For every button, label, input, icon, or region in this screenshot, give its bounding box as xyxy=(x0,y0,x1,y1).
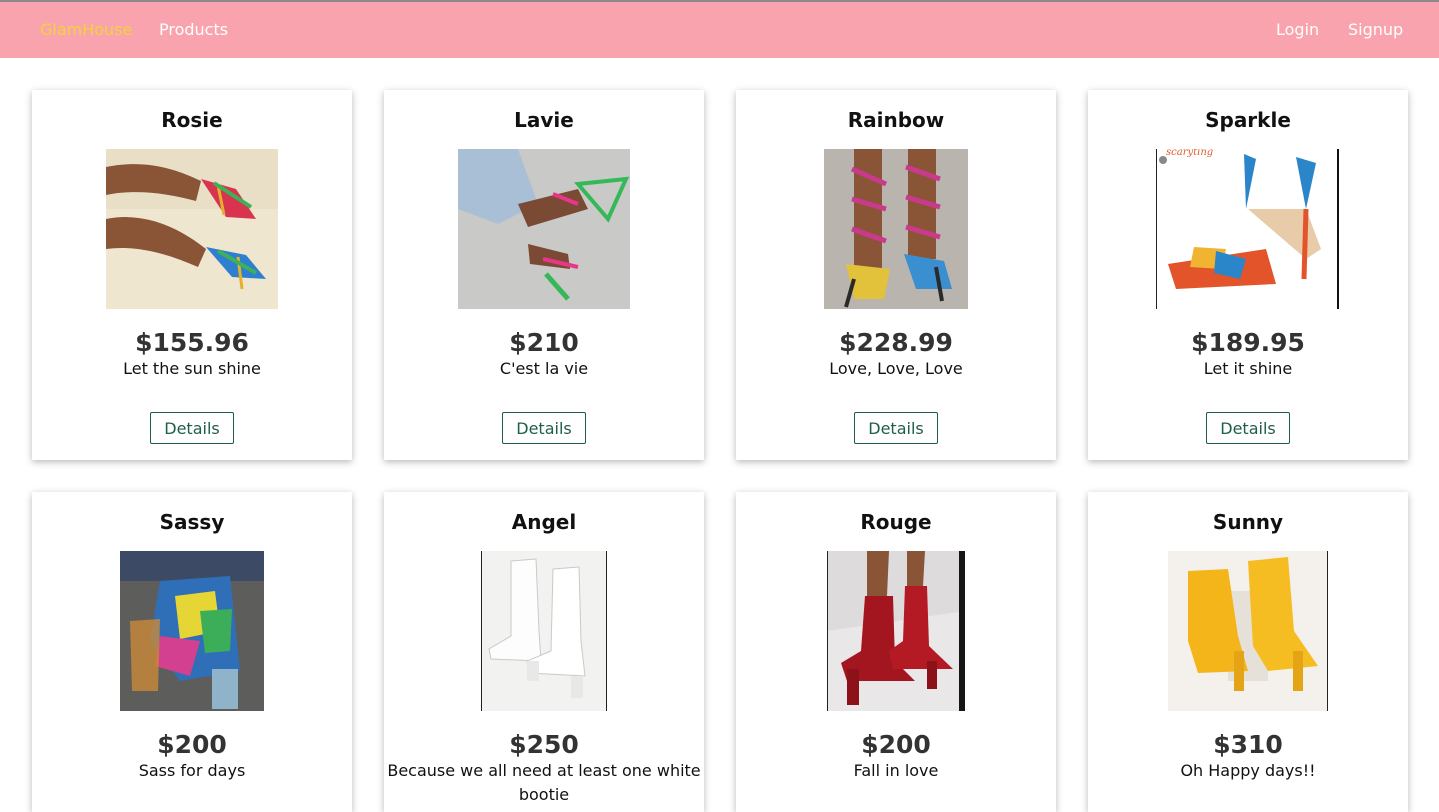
product-card: Sassy $200 Sass for days xyxy=(32,492,352,812)
product-card: Lavie $210 C'est la vie Details xyxy=(384,90,704,460)
product-image xyxy=(120,551,264,711)
product-card: Sparkle scaryting $189.95 Let it shine D… xyxy=(1088,90,1408,460)
product-name: Rainbow xyxy=(847,108,945,132)
product-price: $228.99 xyxy=(839,328,953,357)
product-name: Sassy xyxy=(159,510,225,534)
nav-products-link[interactable]: Products xyxy=(159,20,228,39)
product-name: Lavie xyxy=(514,108,574,132)
product-tagline: Fall in love xyxy=(853,761,939,780)
product-tagline: Because we all need at least one white b… xyxy=(387,761,701,804)
product-price: $155.96 xyxy=(135,328,249,357)
product-tagline: C'est la vie xyxy=(499,359,589,378)
product-image xyxy=(106,149,278,309)
details-button[interactable]: Details xyxy=(854,412,938,444)
product-price: $310 xyxy=(1213,730,1283,759)
details-button[interactable]: Details xyxy=(150,412,234,444)
product-image xyxy=(827,551,965,711)
nav-login-link[interactable]: Login xyxy=(1276,20,1319,39)
product-card: Sunny $310 Oh Happy days!! xyxy=(1088,492,1408,812)
watermark-text: scaryting xyxy=(1166,149,1214,158)
product-name: Rosie xyxy=(161,108,223,132)
product-image xyxy=(481,551,607,711)
product-tagline: Sass for days xyxy=(138,761,246,780)
product-name: Sunny xyxy=(1212,510,1284,534)
brand-link[interactable]: GlamHouse xyxy=(40,20,132,39)
product-price: $189.95 xyxy=(1191,328,1305,357)
details-button[interactable]: Details xyxy=(502,412,586,444)
product-image xyxy=(1168,551,1328,711)
product-price: $250 xyxy=(509,730,579,759)
product-tagline: Oh Happy days!! xyxy=(1180,761,1316,780)
product-tagline: Let it shine xyxy=(1203,359,1293,378)
product-image xyxy=(458,149,630,309)
product-price: $200 xyxy=(157,730,227,759)
product-tagline: Love, Love, Love xyxy=(829,359,963,378)
product-card: Rouge $200 Fall in love xyxy=(736,492,1056,812)
product-image: scaryting xyxy=(1156,149,1340,309)
navbar: GlamHouse Products Login Signup xyxy=(0,0,1439,58)
product-tagline: Let the sun shine xyxy=(123,359,261,378)
product-card: Rosie $155.96 Let the sun shine Details xyxy=(32,90,352,460)
product-name: Rouge xyxy=(860,510,932,534)
nav-signup-link[interactable]: Signup xyxy=(1348,20,1403,39)
product-card: Rainbow $228.99 Love, Love, Love Details xyxy=(736,90,1056,460)
product-card: Angel $250 Because we all need at least … xyxy=(384,492,704,812)
product-name: Sparkle xyxy=(1205,108,1291,132)
details-button[interactable]: Details xyxy=(1206,412,1290,444)
product-price: $200 xyxy=(861,730,931,759)
product-image xyxy=(824,149,968,309)
product-name: Angel xyxy=(511,510,577,534)
product-price: $210 xyxy=(509,328,579,357)
